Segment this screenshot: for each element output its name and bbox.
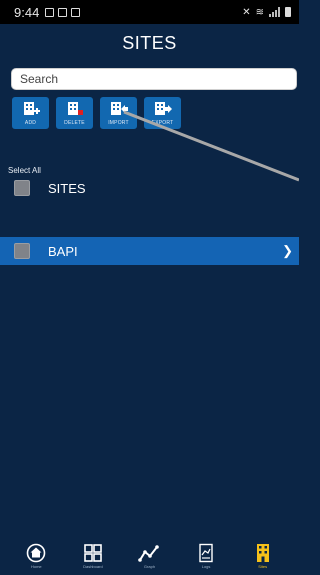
site-name: BAPI — [48, 243, 78, 259]
add-button[interactable]: ADD — [12, 97, 49, 129]
chevron-right-icon[interactable]: ❯ — [282, 243, 293, 259]
nav-home[interactable]: Home — [16, 543, 56, 569]
add-site-icon — [23, 102, 40, 115]
import-site-icon — [110, 102, 128, 115]
site-name: SITES — [48, 180, 86, 196]
site-checkbox[interactable] — [14, 243, 30, 259]
home-icon — [26, 543, 46, 562]
list-item-selected[interactable]: BAPI ❯ — [0, 237, 299, 265]
dashboard-icon — [84, 543, 102, 562]
battery-icon — [285, 7, 291, 17]
delete-site-icon — [67, 102, 83, 115]
import-button-label: IMPORT — [108, 120, 129, 126]
export-site-icon — [154, 102, 172, 115]
list-item[interactable]: SITES — [0, 174, 299, 202]
nav-dashboard[interactable]: Dashboard — [73, 543, 113, 569]
delete-button-label: DELETE — [64, 120, 85, 126]
search-input[interactable] — [11, 68, 297, 90]
message-notification-icon — [58, 7, 68, 17]
app-header: SITES — [0, 24, 299, 62]
status-time: 9:44 — [14, 4, 40, 20]
delete-button[interactable]: DELETE — [56, 97, 93, 129]
graph-icon — [138, 544, 160, 562]
nav-sites[interactable]: Sites — [243, 543, 283, 569]
nav-label: Sites — [258, 563, 268, 569]
logs-icon — [199, 543, 213, 562]
mute-icon: ✕ — [242, 6, 251, 18]
export-button-label: EXPORT — [151, 120, 174, 126]
nav-label: Home — [30, 563, 42, 569]
nav-label: Dashboard — [83, 563, 103, 569]
add-button-label: ADD — [24, 120, 37, 126]
wifi-icon: ≋ — [255, 6, 264, 18]
bottom-nav: Home Dashboard Graph Logs Sites — [0, 536, 299, 575]
toolbar: ADD DELETE IMPORT EXPORT — [12, 97, 181, 129]
site-checkbox[interactable] — [14, 180, 30, 196]
nav-label: Graph — [143, 563, 156, 569]
nav-logs[interactable]: Logs — [186, 543, 226, 569]
page-title: SITES — [122, 32, 177, 53]
status-bar: 9:44 ✕ ≋ — [0, 0, 299, 24]
export-button[interactable]: EXPORT — [144, 97, 181, 129]
nav-label: Logs — [201, 563, 211, 569]
nav-graph[interactable]: Graph — [129, 543, 169, 569]
signal-icon — [269, 7, 280, 17]
status-indicators: ✕ ≋ — [242, 7, 291, 18]
gallery-notification-icon — [45, 7, 55, 17]
sites-icon — [256, 543, 269, 562]
import-button[interactable]: IMPORT — [100, 97, 137, 129]
image-notification-icon — [71, 7, 81, 17]
